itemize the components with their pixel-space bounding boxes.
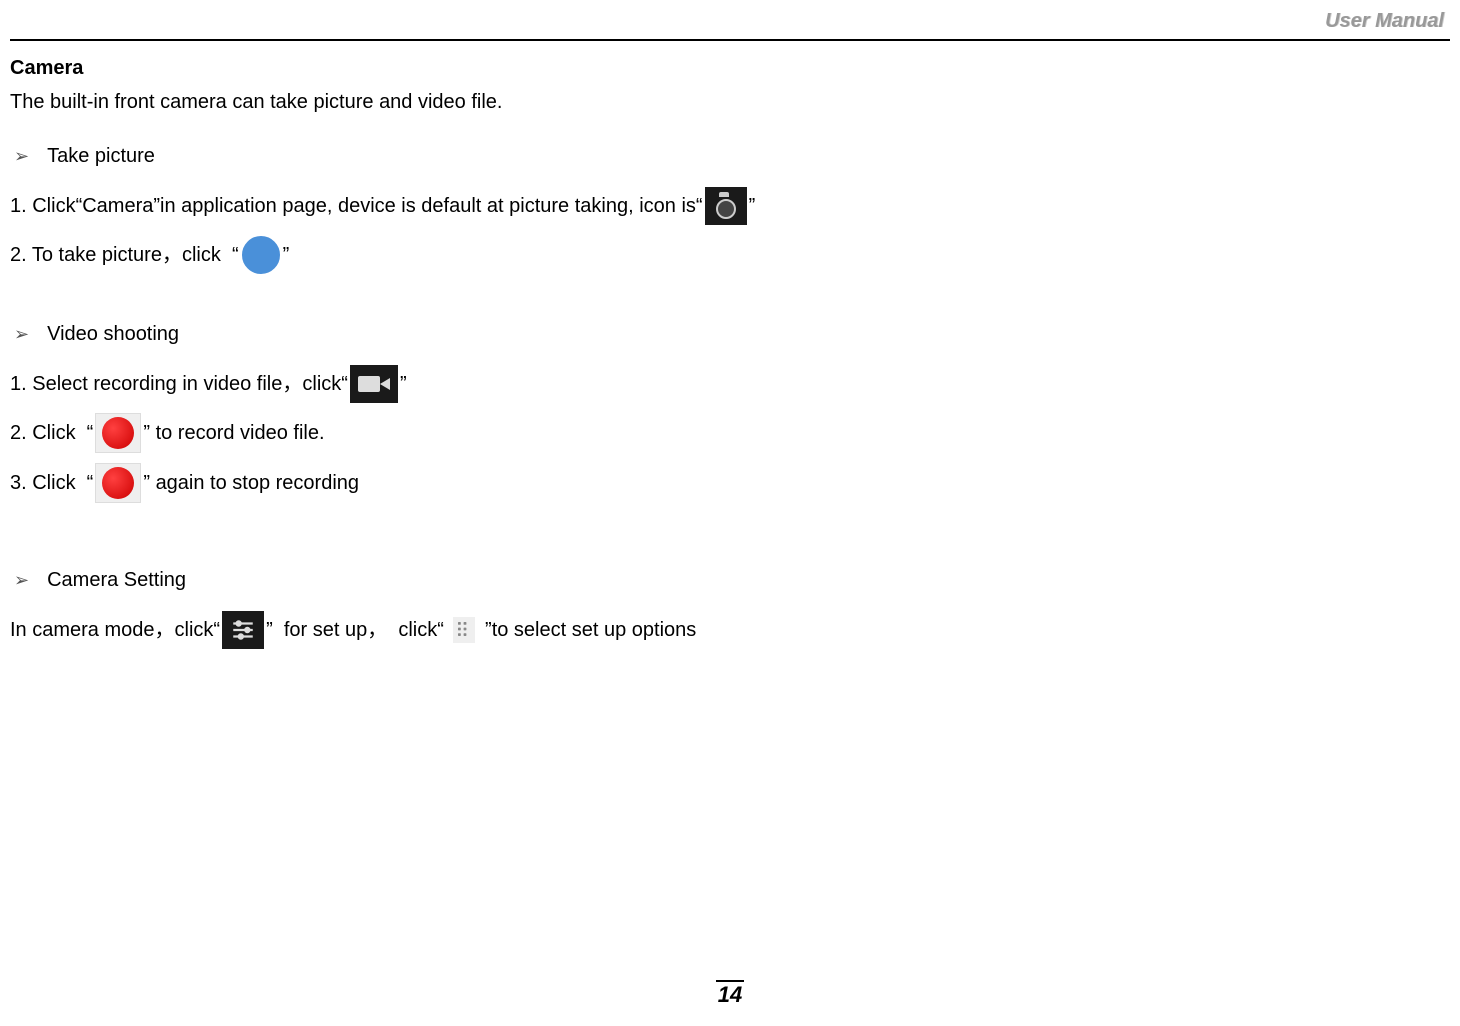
close-quote: ” <box>749 189 756 223</box>
record-icon <box>95 413 141 453</box>
bullet-video-shooting: ➢ Video shooting <box>10 317 1450 351</box>
header-label: User Manual <box>10 10 1450 39</box>
bullet-camera-setting: ➢ Camera Setting <box>10 563 1450 597</box>
video-step-3: 3. Click “ ” again to stop recording <box>10 463 1450 503</box>
shutter-icon <box>241 235 281 275</box>
text: 2. Click <box>10 416 81 450</box>
text: 1. Select recording in video file，click <box>10 367 341 401</box>
section-intro: The built-in front camera can take pictu… <box>10 85 1450 119</box>
camera-setting-line: In camera mode，click “ ” for set up， cli… <box>10 611 1450 649</box>
bullet-label: Take picture <box>47 139 155 173</box>
header-divider <box>10 39 1450 41</box>
record-icon <box>95 463 141 503</box>
text: to select set up options <box>492 613 697 647</box>
close-quote: ” <box>283 238 290 272</box>
close-quote: ” <box>266 613 273 647</box>
close-quote: ” <box>400 367 407 401</box>
settings-sliders-icon <box>222 611 264 649</box>
text: “Camera” <box>76 189 160 223</box>
page-content: Camera The built-in front camera can tak… <box>0 51 1460 649</box>
chevron-icon: ➢ <box>14 141 29 172</box>
close-quote: ” <box>143 416 155 450</box>
video-step-1: 1. Select recording in video file，click … <box>10 365 1450 403</box>
text: In camera mode，click <box>10 613 213 647</box>
text: 3. Click <box>10 466 81 500</box>
open-quote: “ <box>213 613 220 647</box>
open-quote: “ <box>81 466 93 500</box>
text: 2. To take picture，click <box>10 238 226 272</box>
chevron-icon: ➢ <box>14 565 29 596</box>
bullet-take-picture: ➢ Take picture <box>10 139 1450 173</box>
text: again to stop recording <box>156 466 359 500</box>
open-quote: “ <box>437 613 449 647</box>
take-picture-step-1: 1. Click “Camera” in application page, d… <box>10 187 1450 225</box>
video-mode-icon <box>350 365 398 403</box>
open-quote: “ <box>81 416 93 450</box>
open-quote: “ <box>696 189 703 223</box>
chevron-icon: ➢ <box>14 319 29 350</box>
bullet-label: Camera Setting <box>47 563 186 597</box>
close-quote: ” <box>143 466 155 500</box>
text: to record video file. <box>156 416 325 450</box>
text: 1. Click <box>10 189 76 223</box>
take-picture-step-2: 2. To take picture，click “ ” <box>10 235 1450 275</box>
close-quote: ” <box>479 613 491 647</box>
camera-icon <box>705 187 747 225</box>
video-step-2: 2. Click “ ” to record video file. <box>10 413 1450 453</box>
page-number: 14 <box>0 982 1460 1008</box>
options-grid-icon <box>453 617 475 643</box>
text: for set up， click <box>273 613 438 647</box>
text: in application page, device is default a… <box>160 189 696 223</box>
open-quote: “ <box>341 367 348 401</box>
section-title: Camera <box>10 51 1450 85</box>
open-quote: “ <box>226 238 238 272</box>
bullet-label: Video shooting <box>47 317 179 351</box>
